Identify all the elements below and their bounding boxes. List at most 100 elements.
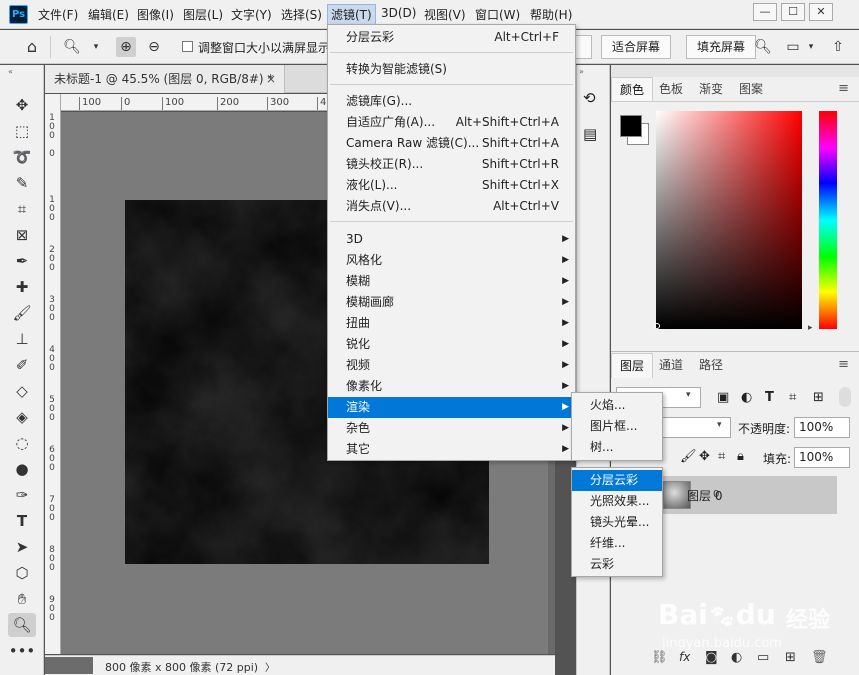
home-icon[interactable]: ⌂ bbox=[22, 37, 42, 57]
chevron-down-icon[interactable]: ▾ bbox=[801, 37, 821, 57]
type-tool-icon[interactable]: T bbox=[8, 509, 36, 533]
submenu-item-flame[interactable]: 火焰... bbox=[572, 395, 662, 416]
menu-select[interactable]: 选择(S) bbox=[281, 6, 322, 23]
menu-filter[interactable]: 滤镜(T) bbox=[327, 4, 376, 25]
menu-item-sharpen[interactable]: 锐化 ▶ bbox=[328, 334, 575, 355]
panel-menu-icon[interactable]: ≡ bbox=[838, 81, 849, 96]
shape-tool-icon[interactable]: ⬡ bbox=[8, 561, 36, 585]
shape-filter-icon[interactable]: ⌗ bbox=[789, 390, 796, 405]
menu-item-distort[interactable]: 扭曲 ▶ bbox=[328, 313, 575, 334]
path-select-tool-icon[interactable]: ➤ bbox=[8, 535, 36, 559]
history-icon[interactable]: ⟲ bbox=[583, 89, 596, 107]
tab-patterns[interactable]: 图案 bbox=[731, 77, 771, 101]
expand-icon[interactable]: » bbox=[579, 67, 584, 76]
tab-color[interactable]: 颜色 bbox=[611, 77, 654, 102]
history-brush-tool-icon[interactable]: ✐ bbox=[8, 353, 36, 377]
menu-item-lens-correction[interactable]: 镜头校正(R)... Shift+Ctrl+R bbox=[328, 154, 575, 175]
fit-screen-button[interactable]: 适合屏幕 bbox=[601, 35, 672, 59]
opacity-field[interactable]: 100% bbox=[794, 417, 850, 438]
image-filter-icon[interactable]: ▣ bbox=[717, 390, 729, 405]
zoom-in-icon[interactable]: ⊕ bbox=[116, 37, 136, 57]
share-icon[interactable]: ⇧ bbox=[828, 37, 848, 57]
workspace-icon[interactable]: ▭ bbox=[783, 37, 803, 57]
menu-item-liquify[interactable]: 液化(L)... Shift+Ctrl+X bbox=[328, 175, 575, 196]
menu-item-video[interactable]: 视频 ▶ bbox=[328, 355, 575, 376]
eyedropper-tool-icon[interactable]: ✒ bbox=[8, 249, 36, 273]
eraser-tool-icon[interactable]: ◇ bbox=[8, 379, 36, 403]
menu-view[interactable]: 视图(V) bbox=[424, 6, 466, 23]
menu-item-stylize[interactable]: 风格化 ▶ bbox=[328, 250, 575, 271]
submenu-item-picture-frame[interactable]: 图片框... bbox=[572, 416, 662, 437]
dodge-tool-icon[interactable]: ● bbox=[8, 457, 36, 481]
more-tools-icon[interactable]: ••• bbox=[8, 639, 36, 663]
tab-layers[interactable]: 图层 bbox=[611, 353, 654, 378]
blur-tool-icon[interactable]: ◌ bbox=[8, 431, 36, 455]
filter-toggle[interactable] bbox=[839, 387, 851, 407]
menu-item-noise[interactable]: 杂色 ▶ bbox=[328, 418, 575, 439]
hue-slider-handle-icon[interactable]: ▸ bbox=[808, 323, 813, 333]
menu-window[interactable]: 窗口(W) bbox=[475, 6, 520, 23]
foreground-color-swatch[interactable] bbox=[620, 115, 642, 137]
actions-icon[interactable]: ▤ bbox=[583, 125, 597, 143]
zoom-level-field[interactable] bbox=[45, 657, 93, 674]
hue-slider[interactable] bbox=[819, 111, 837, 329]
stamp-tool-icon[interactable]: ⊥ bbox=[8, 327, 36, 351]
tab-swatches[interactable]: 色板 bbox=[651, 77, 691, 101]
chevron-right-icon[interactable]: 〉 bbox=[265, 659, 275, 674]
quick-select-tool-icon[interactable]: ✎ bbox=[8, 171, 36, 195]
menu-item-3d[interactable]: 3D ▶ bbox=[328, 229, 575, 250]
minimize-button[interactable]: — bbox=[753, 3, 777, 21]
submenu-item-lighting-effects[interactable]: 光照效果... bbox=[572, 491, 662, 512]
marquee-tool-icon[interactable]: ⬚ bbox=[8, 119, 36, 143]
move-tool-icon[interactable]: ✥ bbox=[8, 93, 36, 117]
menu-item-filter-gallery[interactable]: 滤镜库(G)... bbox=[328, 91, 575, 112]
type-filter-icon[interactable]: T bbox=[765, 390, 774, 405]
lock-all-icon[interactable]: 🔒︎ bbox=[737, 449, 744, 464]
close-window-button[interactable]: ✕ bbox=[809, 3, 833, 21]
brush-tool-icon[interactable]: 🖌︎ bbox=[8, 301, 36, 325]
menu-item-pixelate[interactable]: 像素化 ▶ bbox=[328, 376, 575, 397]
submenu-item-clouds[interactable]: 云彩 bbox=[572, 554, 662, 575]
paint-bucket-tool-icon[interactable]: ◈ bbox=[8, 405, 36, 429]
menu-item-blur-gallery[interactable]: 模糊画廊 ▶ bbox=[328, 292, 575, 313]
menu-type[interactable]: 文字(Y) bbox=[231, 6, 272, 23]
menu-help[interactable]: 帮助(H) bbox=[530, 6, 572, 23]
menu-item-vanishing-point[interactable]: 消失点(V)... Alt+Ctrl+V bbox=[328, 196, 575, 217]
menu-layer[interactable]: 图层(L) bbox=[183, 6, 223, 23]
hand-tool-icon[interactable]: ✋︎ bbox=[8, 587, 36, 611]
lasso-tool-icon[interactable]: ➰ bbox=[8, 145, 36, 169]
collapse-icon[interactable]: « bbox=[8, 67, 13, 76]
menu-file[interactable]: 文件(F) bbox=[38, 6, 78, 23]
lock-pixels-icon[interactable]: 🖌︎ bbox=[680, 449, 697, 464]
color-picker-cursor[interactable] bbox=[654, 323, 660, 329]
menu-item-camera-raw[interactable]: Camera Raw 滤镜(C)... Shift+Ctrl+A bbox=[328, 133, 575, 154]
adjustment-filter-icon[interactable]: ◐ bbox=[741, 390, 752, 405]
pen-tool-icon[interactable]: ✑ bbox=[8, 483, 36, 507]
search-icon[interactable]: 🔍︎ bbox=[753, 37, 773, 57]
resize-window-checkbox[interactable] bbox=[182, 41, 193, 52]
tab-gradients[interactable]: 渐变 bbox=[691, 77, 731, 101]
menu-item-convert-smart-filter[interactable]: 转换为智能滤镜(S) bbox=[328, 59, 575, 80]
maximize-button[interactable]: ☐ bbox=[781, 3, 805, 21]
menu-edit[interactable]: 编辑(E) bbox=[88, 6, 129, 23]
zoom-tool-icon[interactable]: 🔍︎ bbox=[62, 37, 82, 57]
frame-tool-icon[interactable]: ⊠ bbox=[8, 223, 36, 247]
close-tab-icon[interactable]: × bbox=[266, 65, 276, 93]
lock-position-icon[interactable]: ✥ bbox=[699, 449, 710, 464]
smart-object-filter-icon[interactable]: ⊞ bbox=[813, 390, 824, 405]
fill-field[interactable]: 100% bbox=[794, 447, 850, 468]
menu-item-other[interactable]: 其它 ▶ bbox=[328, 439, 575, 460]
submenu-item-difference-clouds[interactable]: 分层云彩 bbox=[572, 470, 662, 491]
fill-screen-button[interactable]: 填充屏幕 bbox=[686, 35, 757, 59]
panel-menu-icon[interactable]: ≡ bbox=[838, 357, 849, 372]
document-tab[interactable]: 未标题-1 @ 45.5% (图层 0, RGB/8#) * × bbox=[45, 65, 285, 93]
crop-tool-icon[interactable]: ⌗ bbox=[8, 197, 36, 221]
tab-channels[interactable]: 通道 bbox=[651, 353, 691, 377]
zoom-tool-icon[interactable]: 🔍︎ bbox=[8, 613, 36, 637]
menu-item-last-filter[interactable]: 分层云彩 Alt+Ctrl+F bbox=[328, 27, 575, 48]
lock-artboard-icon[interactable]: ⌗ bbox=[718, 449, 725, 464]
tab-paths[interactable]: 路径 bbox=[691, 353, 731, 377]
color-picker-field[interactable] bbox=[656, 111, 802, 329]
menu-item-adaptive-wide-angle[interactable]: 自适应广角(A)... Alt+Shift+Ctrl+A bbox=[328, 112, 575, 133]
menu-item-blur[interactable]: 模糊 ▶ bbox=[328, 271, 575, 292]
